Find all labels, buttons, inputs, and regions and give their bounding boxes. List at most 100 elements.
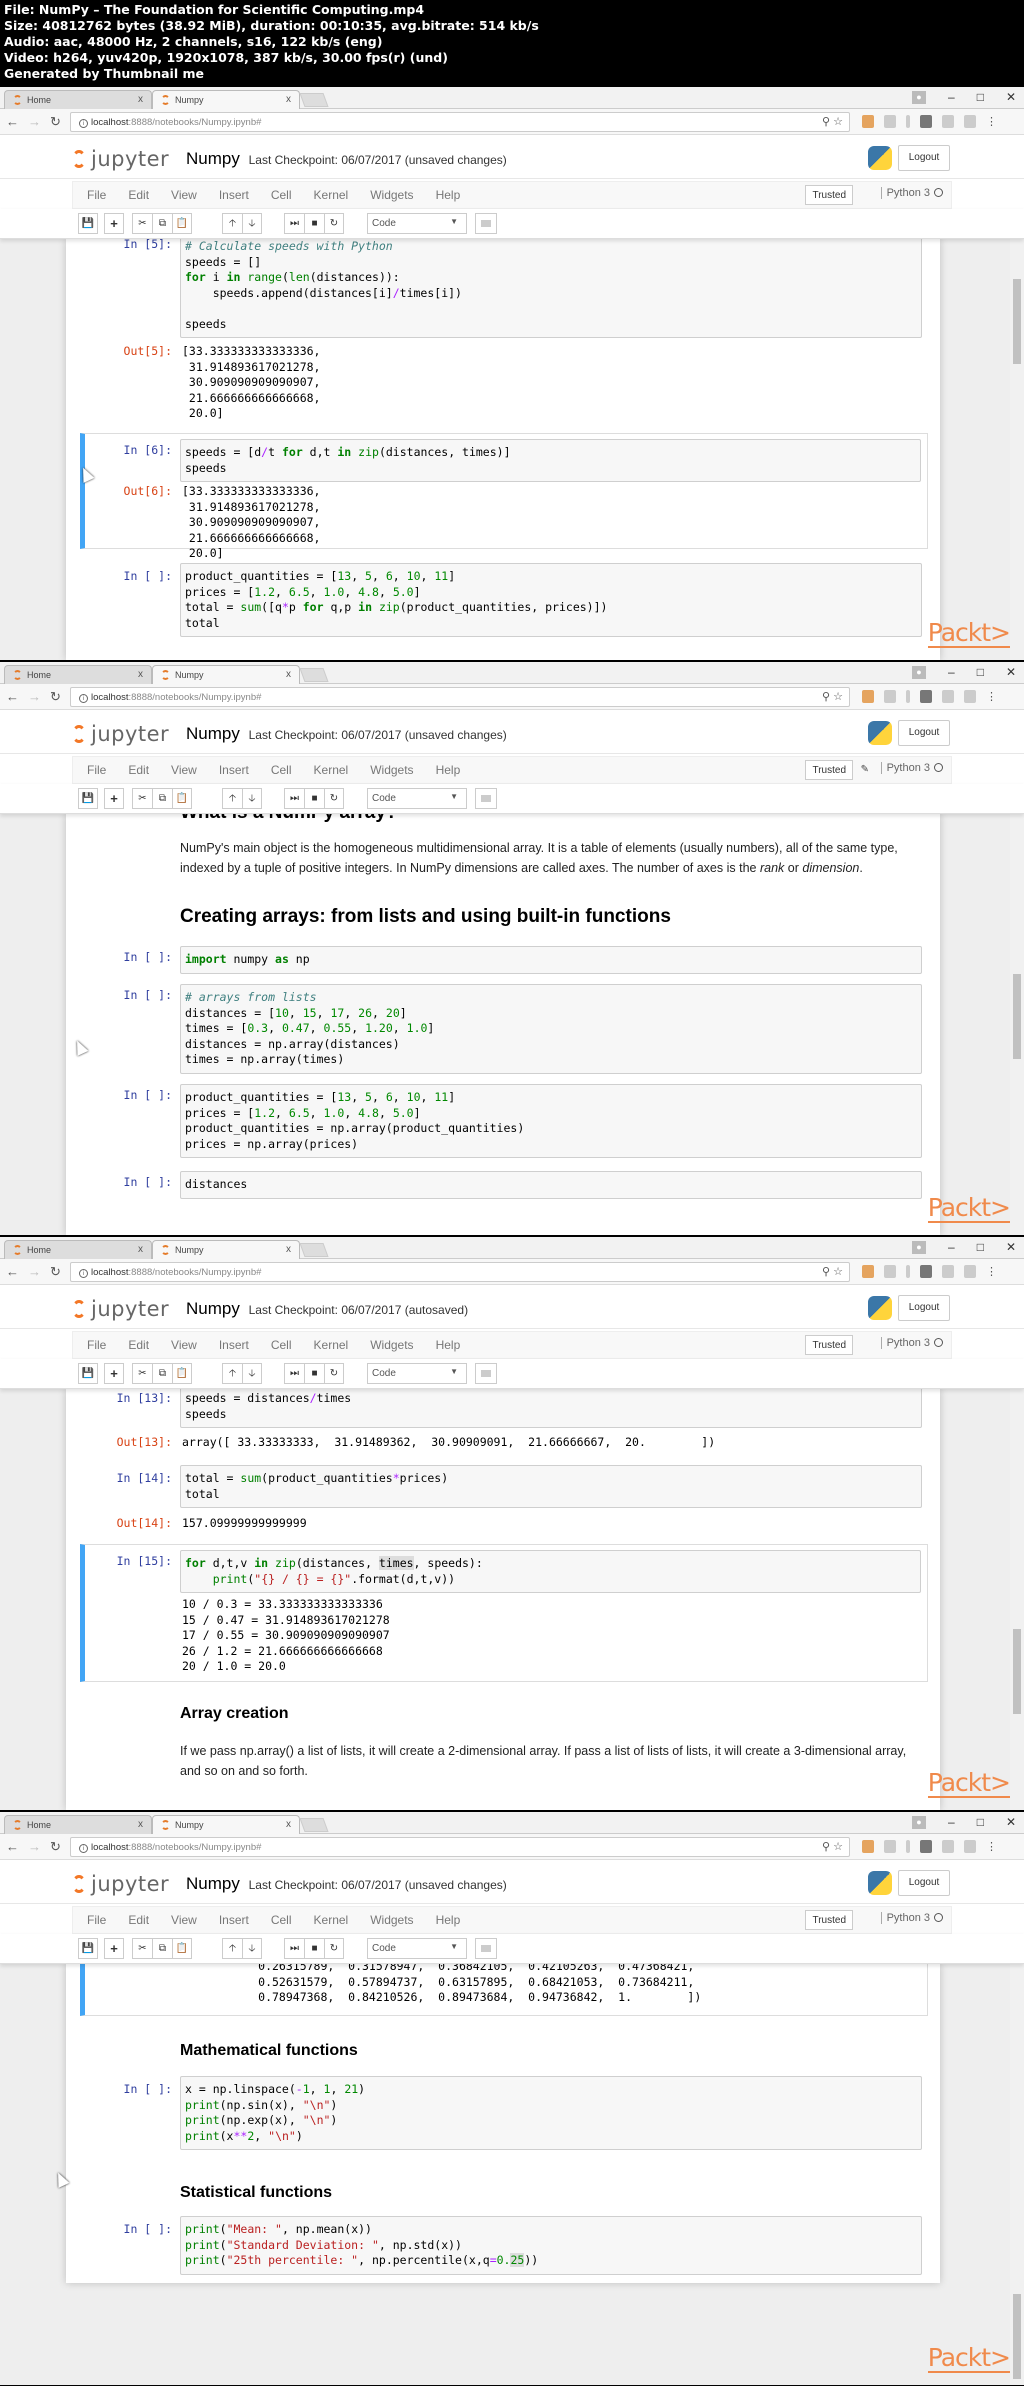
notebook-name[interactable]: Numpy <box>186 724 240 743</box>
trusted-button[interactable]: Trusted <box>805 760 853 780</box>
logout-button[interactable]: Logout <box>898 1295 950 1321</box>
code-input[interactable]: speeds = [d/t for d,t in zip(distances, … <box>180 439 921 482</box>
forward-arrow-icon[interactable]: → <box>28 1839 41 1855</box>
close-window-button[interactable]: ✕ <box>1006 1240 1016 1254</box>
run-icon[interactable]: ⏭ <box>284 213 304 234</box>
tab-numpy[interactable]: Numpy x <box>152 665 300 684</box>
url-input[interactable]: i localhost:8888/notebooks/Numpy.ipynb# ⚲… <box>70 1837 850 1857</box>
menu-view[interactable]: View <box>171 188 197 202</box>
code-input[interactable]: total = sum(product_quantities*prices) t… <box>180 1465 922 1508</box>
menu-view[interactable]: View <box>171 1338 197 1352</box>
zoom-icon[interactable]: ⚲ <box>822 1841 830 1853</box>
menu-help[interactable]: Help <box>436 1338 461 1352</box>
extension-icon[interactable] <box>862 1265 874 1278</box>
menu-insert[interactable]: Insert <box>219 1913 249 1927</box>
menu-edit[interactable]: Edit <box>128 188 149 202</box>
back-arrow-icon[interactable]: ← <box>6 114 19 130</box>
extension-icon[interactable] <box>862 690 874 703</box>
restart-icon[interactable]: ↻ <box>324 213 344 234</box>
extension-icon[interactable] <box>906 1840 910 1853</box>
code-input[interactable]: product_quantities = [13, 5, 6, 10, 11] … <box>180 1084 922 1158</box>
code-input[interactable]: print("Mean: ", np.mean(x)) print("Stand… <box>180 2216 922 2275</box>
cell-type-select[interactable]: Code ▼ <box>367 788 467 809</box>
maximize-button[interactable]: □ <box>977 1240 984 1254</box>
extension-icon[interactable] <box>884 690 896 703</box>
menu-file[interactable]: File <box>87 1338 106 1352</box>
trusted-button[interactable]: Trusted <box>805 1335 853 1355</box>
minimize-button[interactable]: – <box>948 1240 955 1254</box>
menu-kernel[interactable]: Kernel <box>314 763 349 777</box>
code-cell-selected[interactable]: In [15]: for d,t,v in zip(distances, tim… <box>80 1544 928 1682</box>
code-input[interactable]: x = np.linspace(-1, 1, 21) print(np.sin(… <box>180 2076 922 2150</box>
jupyter-logo[interactable]: jupyter <box>72 1297 169 1321</box>
scrollbar[interactable] <box>1010 239 1024 660</box>
logout-button[interactable]: Logout <box>898 1870 950 1896</box>
scrollbar[interactable] <box>1010 1389 1024 1810</box>
move-down-icon[interactable]: 🡣 <box>242 1938 262 1959</box>
close-window-button[interactable]: ✕ <box>1006 1815 1016 1829</box>
tab-numpy[interactable]: Numpy x <box>152 1240 300 1259</box>
cut-icon[interactable]: ✂ <box>132 213 152 234</box>
url-input[interactable]: i localhost:8888/notebooks/Numpy.ipynb# ⚲… <box>70 1262 850 1282</box>
new-tab-button[interactable] <box>299 668 329 682</box>
extension-icon[interactable] <box>920 690 932 703</box>
extension-icon[interactable] <box>920 115 932 128</box>
jupyter-logo[interactable]: jupyter <box>72 147 169 171</box>
restart-icon[interactable]: ↻ <box>324 788 344 809</box>
logout-button[interactable]: Logout <box>898 145 950 171</box>
tab-numpy[interactable]: Numpy x <box>152 90 300 109</box>
jupyter-logo[interactable]: jupyter <box>72 1872 169 1896</box>
menu-file[interactable]: File <box>87 763 106 777</box>
back-arrow-icon[interactable]: ← <box>6 1264 19 1280</box>
paste-icon[interactable]: 📋 <box>172 213 192 234</box>
move-down-icon[interactable]: 🡣 <box>242 788 262 809</box>
bookmark-star-icon[interactable]: ☆ <box>833 1841 843 1853</box>
site-info-icon[interactable]: i <box>79 119 88 128</box>
menu-widgets[interactable]: Widgets <box>370 763 413 777</box>
insert-cell-icon[interactable]: + <box>104 213 124 234</box>
extension-icon[interactable] <box>906 690 910 703</box>
move-down-icon[interactable]: 🡣 <box>242 1363 262 1384</box>
profile-icon[interactable]: ● <box>912 665 926 679</box>
menu-file[interactable]: File <box>87 188 106 202</box>
move-up-icon[interactable]: 🡡 <box>222 788 242 809</box>
scrollbar[interactable] <box>1010 1964 1024 2385</box>
cell-type-select[interactable]: Code ▼ <box>367 1938 467 1959</box>
tab-close-icon[interactable]: x <box>138 669 143 680</box>
bookmark-star-icon[interactable]: ☆ <box>833 1266 843 1278</box>
tab-close-icon[interactable]: x <box>138 94 143 105</box>
forward-arrow-icon[interactable]: → <box>28 689 41 705</box>
extension-icon[interactable] <box>964 115 976 128</box>
tab-close-icon[interactable]: x <box>138 1819 143 1830</box>
menu-insert[interactable]: Insert <box>219 1338 249 1352</box>
browser-menu-icon[interactable]: ⋮ <box>986 1840 997 1853</box>
menu-edit[interactable]: Edit <box>128 763 149 777</box>
maximize-button[interactable]: □ <box>977 1815 984 1829</box>
move-up-icon[interactable]: 🡡 <box>222 1938 242 1959</box>
stop-icon[interactable]: ■ <box>304 213 324 234</box>
command-palette-icon[interactable] <box>475 788 497 809</box>
code-cell-selected[interactable]: 0.26315789, 0.31578947, 0.36842105, 0.42… <box>80 1964 928 2016</box>
menu-help[interactable]: Help <box>436 188 461 202</box>
save-icon[interactable]: 💾 <box>78 213 98 234</box>
menu-view[interactable]: View <box>171 1913 197 1927</box>
copy-icon[interactable]: ⧉ <box>152 1363 172 1384</box>
minimize-button[interactable]: – <box>948 1815 955 1829</box>
insert-cell-icon[interactable]: + <box>104 1938 124 1959</box>
notebook-name[interactable]: Numpy <box>186 1299 240 1318</box>
menu-insert[interactable]: Insert <box>219 188 249 202</box>
menu-help[interactable]: Help <box>436 1913 461 1927</box>
extension-icon[interactable] <box>942 690 954 703</box>
maximize-button[interactable]: □ <box>977 90 984 104</box>
menu-widgets[interactable]: Widgets <box>370 188 413 202</box>
menu-file[interactable]: File <box>87 1913 106 1927</box>
extension-icon[interactable] <box>862 115 874 128</box>
cell-type-select[interactable]: Code ▼ <box>367 213 467 234</box>
close-window-button[interactable]: ✕ <box>1006 665 1016 679</box>
restart-icon[interactable]: ↻ <box>324 1363 344 1384</box>
menu-kernel[interactable]: Kernel <box>314 188 349 202</box>
code-cell[interactable]: In [5]: # Calculate speeds with Python s… <box>80 239 928 338</box>
menu-kernel[interactable]: Kernel <box>314 1913 349 1927</box>
zoom-icon[interactable]: ⚲ <box>822 1266 830 1278</box>
trusted-button[interactable]: Trusted <box>805 1910 853 1930</box>
